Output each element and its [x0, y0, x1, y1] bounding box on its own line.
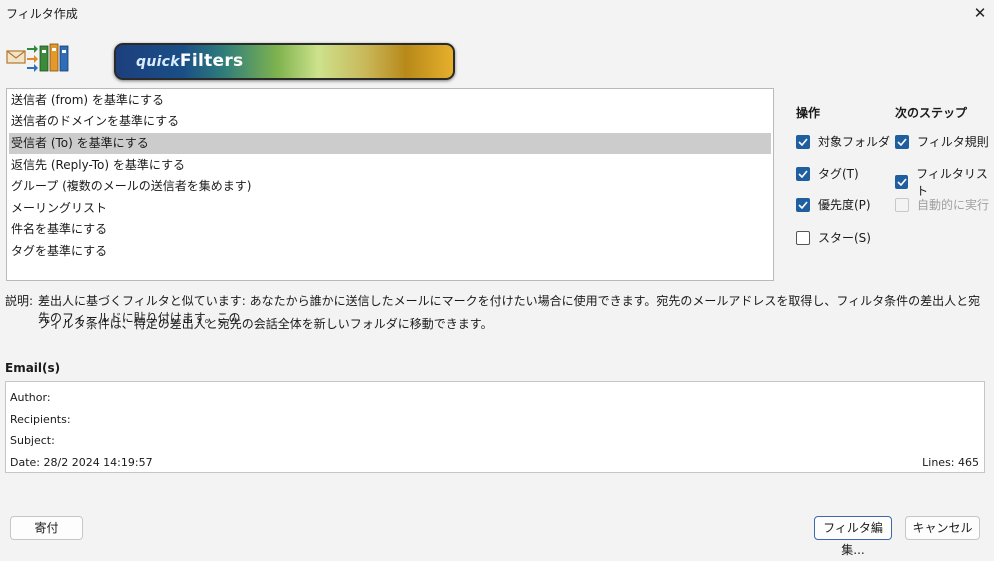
checkbox — [895, 197, 909, 212]
checkbox-label: 対象フォルダ — [818, 135, 891, 149]
next-filter-rules-checkbox[interactable]: フィルタ規則 — [895, 133, 989, 150]
donate-button[interactable]: 寄付 — [10, 516, 83, 540]
checkbox[interactable] — [895, 175, 909, 189]
checkbox-label: 優先度(P) — [818, 198, 871, 212]
checkbox-label: タグ(T) — [818, 167, 859, 181]
email-recipients: Recipients: — [10, 413, 71, 426]
quickfilters-banner: quickFilters — [114, 43, 455, 80]
banner-filters: Filters — [179, 51, 244, 71]
email-author: Author: — [10, 391, 51, 404]
window-title: フィルタ作成 — [6, 7, 78, 21]
checkbox[interactable] — [796, 197, 810, 212]
action-star-checkbox[interactable]: スター(S) — [796, 229, 871, 246]
checkbox-label: スター(S) — [818, 231, 871, 245]
checkbox[interactable] — [796, 134, 810, 149]
email-lines-count: Lines: 465 — [922, 456, 979, 469]
checkmark-icon — [897, 137, 907, 146]
arrows-icon — [27, 45, 38, 72]
action-priority-checkbox[interactable]: 優先度(P) — [796, 196, 871, 213]
folders-icon — [39, 43, 69, 72]
list-item[interactable]: 送信者 (from) を基準にする — [9, 90, 771, 111]
emails-header: Email(s) — [5, 361, 61, 375]
actions-header: 操作 — [796, 106, 821, 120]
email-preview: Author: Recipients: Subject: Date: 28/2 … — [5, 381, 985, 473]
template-list[interactable]: 送信者 (from) を基準にする 送信者のドメインを基準にする 受信者 (To… — [6, 88, 774, 281]
edit-filter-button[interactable]: フィルタ編集... — [814, 516, 892, 557]
next-steps-header: 次のステップ — [895, 106, 968, 120]
checkmark-icon — [798, 200, 808, 209]
list-item-selected[interactable]: 受信者 (To) を基準にする — [9, 133, 771, 154]
title-bar: フィルタ作成 ✕ — [0, 0, 994, 26]
checkbox-label: フィルタ規則 — [917, 135, 989, 149]
next-auto-run-checkbox: 自動的に実行 — [895, 196, 989, 213]
description-text-line2: フィルタ条件は、特定の差出人と宛先の会話全体を新しいフォルダに移動できます。 — [38, 317, 493, 331]
action-tag-checkbox[interactable]: タグ(T) — [796, 165, 859, 182]
banner-quick: quick — [136, 54, 180, 70]
description-label: 説明: — [5, 294, 34, 308]
checkbox-label: 自動的に実行 — [917, 198, 990, 212]
checkbox[interactable] — [895, 134, 909, 149]
list-item[interactable]: メーリングリスト — [9, 198, 771, 219]
next-filter-list-checkbox[interactable]: フィルタリスト — [895, 165, 994, 199]
checkbox[interactable] — [796, 166, 810, 181]
quickfilters-app-icon — [6, 43, 69, 72]
cancel-button[interactable]: キャンセル — [905, 516, 980, 540]
list-item[interactable]: タグを基準にする — [9, 241, 771, 262]
checkmark-icon — [897, 178, 907, 186]
checkmark-icon — [798, 169, 808, 178]
checkbox[interactable] — [796, 230, 810, 245]
checkbox-label: フィルタリスト — [916, 167, 988, 198]
list-item[interactable]: 件名を基準にする — [9, 219, 771, 240]
list-item[interactable]: 返信先 (Reply-To) を基準にする — [9, 155, 771, 176]
close-icon[interactable]: ✕ — [970, 3, 990, 23]
checkmark-icon — [798, 137, 808, 146]
envelope-icon — [6, 50, 26, 64]
action-target-folder-checkbox[interactable]: 対象フォルダ — [796, 133, 890, 150]
list-item[interactable]: 送信者のドメインを基準にする — [9, 111, 771, 132]
email-subject: Subject: — [10, 434, 55, 447]
email-date: Date: 28/2 2024 14:19:57 — [10, 456, 153, 469]
banner-logo: quickFilters — [136, 51, 243, 71]
list-item[interactable]: グループ (複数のメールの送信者を集めます) — [9, 176, 771, 197]
